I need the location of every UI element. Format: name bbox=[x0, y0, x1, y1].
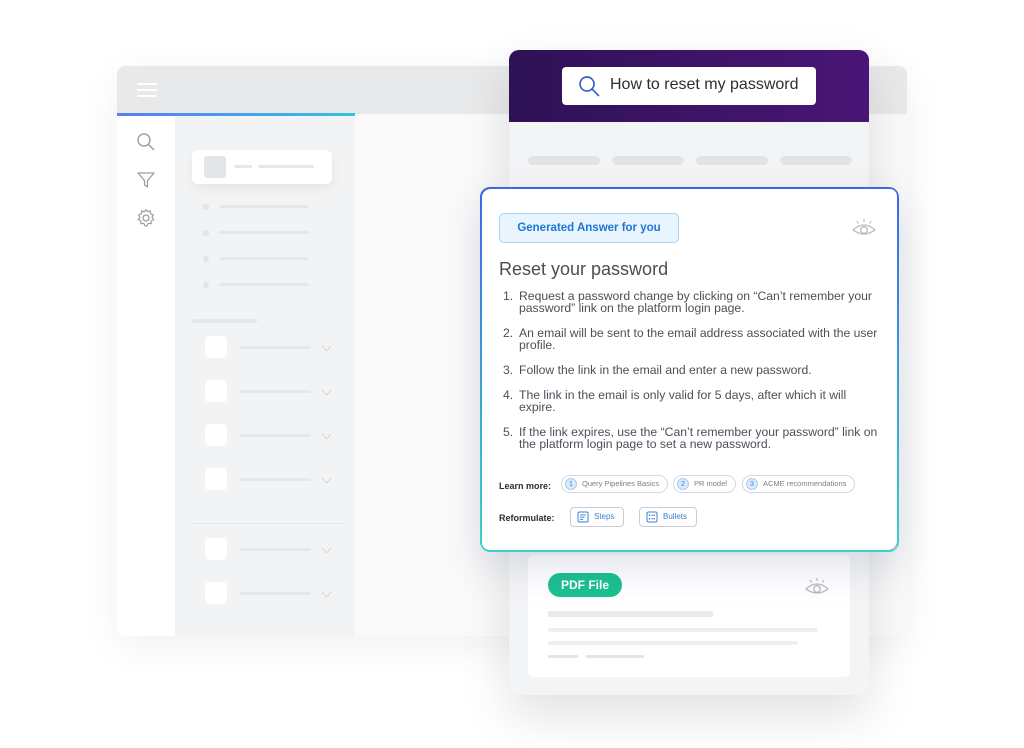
answer-title: Reset your password bbox=[499, 259, 669, 279]
generated-answer-card: Generated Answer for you Reset your pass… bbox=[480, 187, 898, 551]
chevron-down-icon[interactable] bbox=[321, 341, 332, 352]
facet-checkbox[interactable] bbox=[205, 468, 227, 490]
generated-answer-badge: Generated Answer for you bbox=[499, 213, 679, 243]
result-card[interactable]: PDF File bbox=[528, 555, 850, 677]
hamburger-menu-icon[interactable] bbox=[137, 83, 157, 97]
facet-checkbox[interactable] bbox=[205, 424, 227, 446]
search-icon[interactable] bbox=[136, 132, 156, 152]
chevron-down-icon[interactable] bbox=[321, 587, 332, 598]
chevron-down-icon[interactable] bbox=[321, 385, 332, 396]
facet-header-card[interactable] bbox=[192, 150, 332, 184]
step-text: If the link expires, use the “Can’t reme… bbox=[519, 425, 878, 451]
bullets-icon bbox=[646, 511, 658, 523]
answer-step: 1. Request a password change by clicking … bbox=[503, 290, 883, 314]
reformulate-bullets-button[interactable]: Bullets bbox=[639, 507, 698, 527]
file-type-badge: PDF File bbox=[548, 573, 623, 597]
reformulate-option-label: Steps bbox=[594, 512, 615, 521]
answer-step: 4. The link in the email is only valid fo… bbox=[503, 389, 883, 413]
answer-step: 3. Follow the link in the email and enter… bbox=[503, 364, 883, 376]
step-text: Follow the link in the email and enter a… bbox=[519, 363, 812, 377]
results-header: How to reset my password bbox=[509, 50, 869, 122]
facet-checkbox[interactable] bbox=[205, 380, 227, 402]
source-chip[interactable]: 3 ACME recommendations bbox=[742, 475, 856, 493]
steps-icon bbox=[577, 511, 589, 523]
search-box[interactable]: How to reset my password bbox=[562, 67, 816, 105]
result-tab-placeholder bbox=[612, 156, 684, 165]
step-number: 2. bbox=[503, 326, 514, 340]
gear-icon[interactable] bbox=[136, 208, 156, 228]
source-chip[interactable]: 2 PR model bbox=[673, 475, 736, 493]
reformulate-option-label: Bullets bbox=[663, 512, 688, 521]
reformulate-steps-button[interactable]: Steps bbox=[570, 507, 625, 527]
source-chip[interactable]: 1 Query Pipelines Basics bbox=[561, 475, 669, 493]
step-number: 5. bbox=[503, 425, 514, 439]
answer-step: 5. If the link expires, use the “Can’t re… bbox=[503, 426, 883, 450]
step-number: 1. bbox=[503, 289, 514, 303]
facet-checkbox[interactable] bbox=[205, 336, 227, 358]
filter-icon[interactable] bbox=[136, 170, 156, 190]
result-tab-placeholder bbox=[780, 156, 852, 165]
facet-checkbox[interactable] bbox=[205, 538, 227, 560]
source-number: 3 bbox=[746, 478, 758, 491]
source-label: Query Pipelines Basics bbox=[582, 479, 660, 488]
result-tab-placeholder bbox=[696, 156, 768, 165]
step-text: Request a password change by clicking on… bbox=[519, 289, 872, 315]
step-number: 4. bbox=[503, 388, 514, 402]
chevron-down-icon[interactable] bbox=[321, 473, 332, 484]
source-number: 2 bbox=[677, 478, 689, 491]
facet-checkbox[interactable] bbox=[205, 582, 227, 604]
reformulate-label: Reformulate: bbox=[499, 513, 555, 523]
step-number: 3. bbox=[503, 363, 514, 377]
source-label: ACME recommendations bbox=[763, 479, 847, 488]
eye-icon[interactable] bbox=[851, 218, 877, 238]
learn-more-label: Learn more: bbox=[499, 481, 552, 491]
answer-step: 2. An email will be sent to the email add… bbox=[503, 327, 883, 351]
left-icon-rail bbox=[117, 116, 176, 636]
chevron-down-icon[interactable] bbox=[321, 543, 332, 554]
step-text: The link in the email is only valid for … bbox=[519, 388, 847, 414]
answer-steps: 1. Request a password change by clicking … bbox=[503, 290, 883, 463]
facet-panel bbox=[175, 116, 355, 636]
chevron-down-icon[interactable] bbox=[321, 429, 332, 440]
step-text: An email will be sent to the email addre… bbox=[519, 326, 878, 352]
eye-icon[interactable] bbox=[804, 577, 830, 597]
search-input[interactable]: How to reset my password bbox=[610, 76, 799, 94]
search-icon bbox=[579, 76, 600, 97]
result-tab-placeholder bbox=[528, 156, 600, 165]
source-label: PR model bbox=[694, 479, 727, 488]
source-number: 1 bbox=[565, 478, 577, 491]
